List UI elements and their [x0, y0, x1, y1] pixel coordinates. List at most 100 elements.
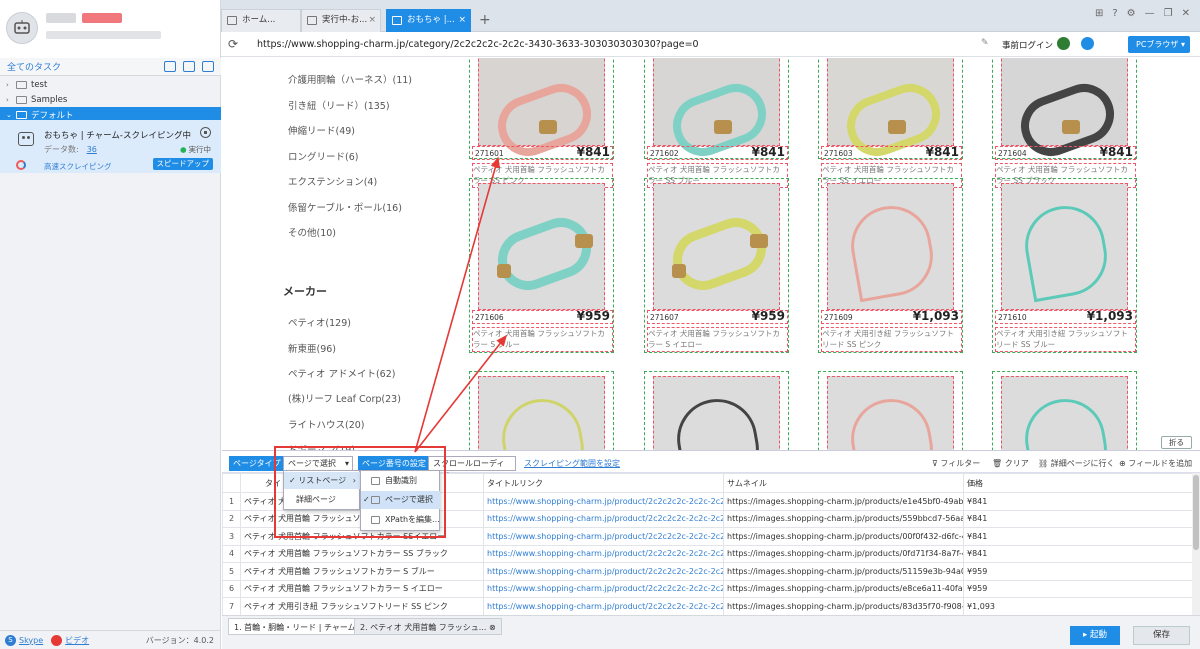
category-link[interactable]: 介護用胴輪（ハーネス）(11) — [288, 72, 412, 86]
filter-button[interactable]: ⊽ フィルター — [932, 458, 980, 469]
save-button[interactable]: 保存 — [1133, 626, 1190, 645]
cell-link[interactable]: https://www.shopping-charm.jp/product/2c… — [483, 509, 724, 528]
sidebar-folder-test[interactable]: › test — [0, 77, 221, 92]
product-image[interactable] — [1001, 376, 1128, 450]
cell-price[interactable]: ¥841 — [963, 544, 1200, 563]
cell-link[interactable]: https://www.shopping-charm.jp/product/2c… — [483, 544, 724, 563]
avatar[interactable] — [6, 12, 38, 44]
category-link[interactable]: 係留ケーブル・ポール(16) — [288, 200, 402, 214]
cell-link[interactable]: https://www.shopping-charm.jp/product/2c… — [483, 597, 724, 615]
video-link[interactable]: ビデオ — [65, 635, 89, 646]
cell-price[interactable]: ¥841 — [963, 509, 1200, 528]
product-name[interactable]: ペティオ 犬用引き紐 フラッシュソフトリード SS ブルー — [995, 327, 1136, 352]
product-card[interactable]: 271609 ¥1,093 ペティオ 犬用引き紐 フラッシュソフトリード SS ピ… — [818, 178, 963, 353]
category-link[interactable]: ロングリード(6) — [288, 149, 358, 163]
product-image[interactable] — [827, 376, 954, 450]
product-card[interactable]: 271606 ¥959 ペティオ 犬用首輪 フラッシュソフトカラー S ブルー — [469, 178, 614, 353]
cell-title[interactable]: ペティオ 犬用首輪 フラッシュソフトカラー SS ブラック — [240, 544, 484, 563]
maker-link[interactable]: ライトハウス(20) — [288, 417, 365, 431]
maker-link[interactable]: ペティオ アドメイト(62) — [288, 366, 395, 380]
cell-price[interactable]: ¥841 — [963, 527, 1200, 546]
cell-price[interactable]: ¥959 — [963, 562, 1200, 581]
data-count-value[interactable]: 36 — [87, 145, 97, 154]
close-icon[interactable]: × — [458, 10, 466, 31]
product-image[interactable] — [478, 58, 605, 165]
category-link[interactable]: その他(10) — [288, 225, 336, 239]
close-icon[interactable]: ⊗ — [489, 623, 496, 632]
cell-thumb[interactable]: https://images.shopping-charm.jp/product… — [723, 562, 964, 581]
fold-button[interactable]: 折る — [1161, 436, 1192, 449]
reload-icon[interactable]: ⟳ — [228, 37, 238, 51]
product-image[interactable] — [827, 58, 954, 165]
restore-icon[interactable]: ❐ — [1164, 8, 1173, 19]
cell-price[interactable]: ¥1,093 — [963, 597, 1200, 615]
cell-thumb[interactable]: https://images.shopping-charm.jp/product… — [723, 492, 964, 511]
maker-link[interactable]: ペティオ(129) — [288, 315, 351, 329]
product-card[interactable]: 271601 ¥841 ペティオ 犬用首輪 フラッシュソフトカラー SS ピンク — [469, 58, 614, 188]
stop-icon[interactable] — [200, 127, 211, 138]
add-field-button[interactable]: ⊕ フィールドを追加 — [1119, 458, 1192, 469]
product-image[interactable] — [1001, 58, 1128, 165]
close-icon[interactable]: ✕ — [1182, 8, 1190, 19]
scrollbar-thumb[interactable] — [1193, 475, 1199, 550]
cell-thumb[interactable]: https://images.shopping-charm.jp/product… — [723, 509, 964, 528]
column-header[interactable]: タイトルリンク — [483, 473, 724, 493]
cell-thumb[interactable]: https://images.shopping-charm.jp/product… — [723, 579, 964, 598]
url-input[interactable]: https://www.shopping-charm.jp/category/2… — [246, 35, 981, 53]
category-link[interactable]: 引き紐（リード）(135) — [288, 98, 390, 112]
cell-link[interactable]: https://www.shopping-charm.jp/product/2c… — [483, 492, 724, 511]
gift-icon[interactable]: ⊞ — [1095, 8, 1103, 19]
cell-thumb[interactable]: https://images.shopping-charm.jp/product… — [723, 597, 964, 615]
new-task-icon[interactable] — [183, 61, 195, 72]
cell-link[interactable]: https://www.shopping-charm.jp/product/2c… — [483, 579, 724, 598]
cell-thumb[interactable]: https://images.shopping-charm.jp/product… — [723, 527, 964, 546]
product-image[interactable] — [478, 183, 605, 310]
tab-running[interactable]: 実行中-お... × — [301, 9, 381, 32]
maker-link[interactable]: 新東亜(96) — [288, 341, 336, 355]
product-image[interactable] — [653, 58, 780, 165]
product-image[interactable] — [478, 376, 605, 450]
close-icon[interactable]: × — [368, 10, 376, 31]
tab-home[interactable]: ホーム... — [221, 9, 301, 32]
step-tab-1[interactable]: 1. 首輪・胴輪・リード | チャーム — [228, 618, 362, 635]
cell-title[interactable]: ペティオ 犬用引き紐 フラッシュソフトリード SS ピンク — [240, 597, 484, 615]
product-card[interactable] — [818, 371, 963, 450]
tab-active[interactable]: おもちゃ |... × — [386, 9, 471, 32]
cell-link[interactable]: https://www.shopping-charm.jp/product/2c… — [483, 562, 724, 581]
category-link[interactable]: 伸縮リード(49) — [288, 123, 355, 137]
start-button[interactable]: ▸ 起動 — [1070, 626, 1120, 645]
import-icon[interactable] — [164, 61, 176, 72]
user-agent-icon[interactable] — [1081, 37, 1094, 50]
minimize-icon[interactable]: — — [1145, 8, 1155, 19]
settings-icon[interactable]: ⚙ — [1127, 8, 1136, 19]
scrape-range-link[interactable]: スクレイピング範囲を設定 — [524, 458, 620, 469]
product-name[interactable]: ペティオ 犬用首輪 フラッシュソフトカラー S イエロー — [647, 327, 788, 352]
skype-link[interactable]: Skype — [19, 636, 43, 645]
product-card[interactable]: 271603 ¥841 ペティオ 犬用首輪 フラッシュソフトカラー SS イエロー — [818, 58, 963, 188]
product-name[interactable]: ペティオ 犬用首輪 フラッシュソフトカラー S ブルー — [472, 327, 613, 352]
cell-thumb[interactable]: https://images.shopping-charm.jp/product… — [723, 544, 964, 563]
speedup-button[interactable]: スピードアップ — [152, 158, 213, 170]
column-header[interactable]: 価格 — [963, 473, 1200, 493]
new-tab-icon[interactable]: + — [479, 12, 491, 28]
table-row[interactable]: 5 ペティオ 犬用首輪 フラッシュソフトカラー S ブルー https://www.… — [222, 562, 1200, 581]
edit-icon[interactable]: ✎ — [981, 38, 989, 48]
product-card[interactable] — [644, 371, 789, 450]
product-image[interactable] — [827, 183, 954, 310]
maker-link[interactable]: (株)リーフ Leaf Corp(23) — [288, 391, 401, 405]
extension-icon[interactable] — [1057, 37, 1070, 50]
table-row[interactable]: 6 ペティオ 犬用首輪 フラッシュソフトカラー S イエロー https://www… — [222, 579, 1200, 598]
cell-price[interactable]: ¥841 — [963, 492, 1200, 511]
prelogin-button[interactable]: 事前ログイン — [1002, 39, 1053, 51]
goto-detail-button[interactable]: ⛓ 詳細ページに行く — [1038, 458, 1115, 469]
product-image[interactable] — [653, 183, 780, 310]
column-header[interactable]: サムネイル — [723, 473, 964, 493]
clear-button[interactable]: 🗑 クリア — [992, 458, 1029, 469]
sidebar-folder-samples[interactable]: › Samples — [0, 92, 221, 107]
product-card[interactable] — [469, 371, 614, 450]
pc-browser-select[interactable]: PCブラウザ — [1128, 36, 1190, 53]
product-card[interactable]: 271607 ¥959 ペティオ 犬用首輪 フラッシュソフトカラー S イエロー — [644, 178, 789, 353]
task-card[interactable]: おもちゃ | チャーム-スクレイピング中 データ数: 36 実行中 高速スクレイピ… — [0, 120, 221, 173]
product-card[interactable] — [992, 371, 1137, 450]
category-link[interactable]: エクステンション(4) — [288, 174, 377, 188]
